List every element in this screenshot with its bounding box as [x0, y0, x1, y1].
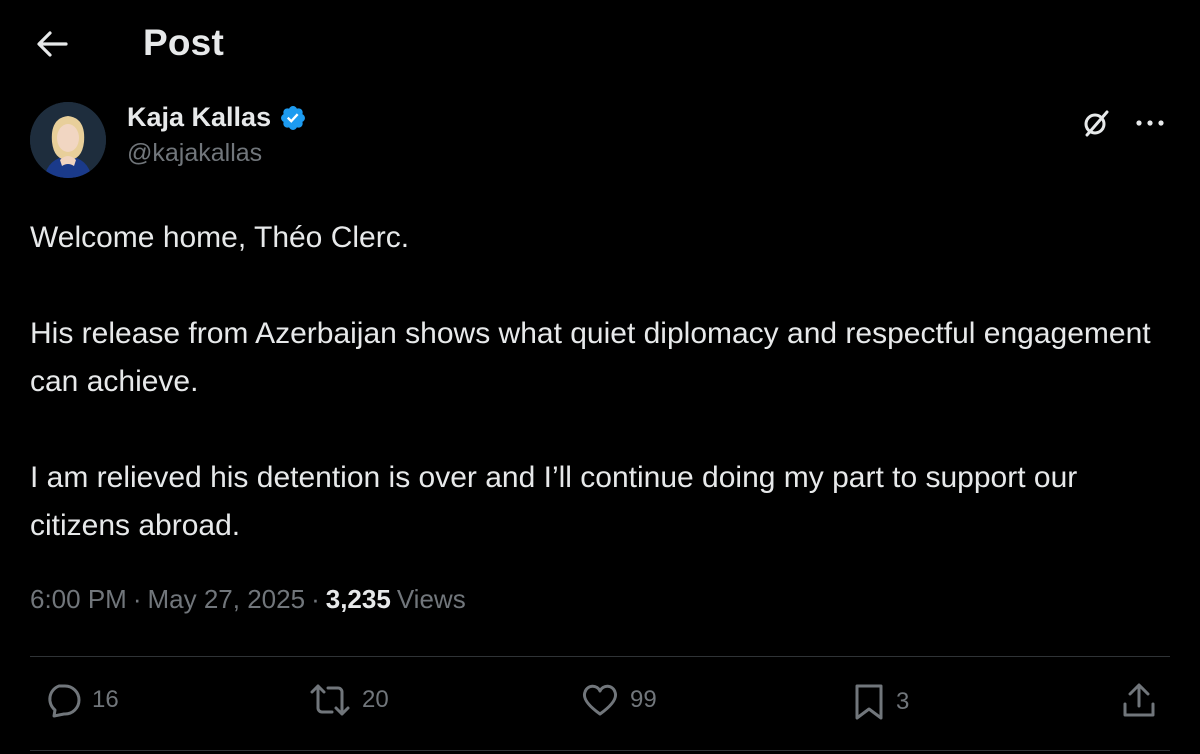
grok-button[interactable]: [1078, 105, 1114, 141]
share-button[interactable]: [1120, 682, 1158, 720]
post-date[interactable]: May 27, 2025: [148, 584, 306, 615]
divider: [30, 656, 1170, 657]
like-count: 99: [630, 686, 657, 713]
post-header: Post: [0, 0, 1200, 90]
arrow-left-icon: [37, 31, 68, 57]
post-paragraph: His release from Azerbaijan shows what q…: [30, 317, 1151, 398]
repost-count: 20: [362, 686, 389, 713]
share-icon: [1123, 683, 1155, 717]
post-text: Welcome home, Théo Clerc. His release fr…: [30, 214, 1170, 550]
grok-icon: [1084, 110, 1109, 137]
views-count: 3,235: [325, 584, 391, 614]
back-button[interactable]: [30, 26, 74, 62]
avatar-image: [30, 102, 106, 178]
meta-separator: ·: [132, 584, 142, 614]
heart-icon: [582, 684, 618, 716]
repost-icon: [310, 684, 350, 716]
verified-badge-icon: [281, 105, 306, 130]
like-button[interactable]: 99: [580, 682, 657, 718]
repost-button[interactable]: 20: [308, 682, 389, 718]
bookmark-button[interactable]: 3: [852, 682, 909, 722]
more-horizontal-icon: [1136, 120, 1164, 126]
divider: [30, 750, 1170, 751]
avatar[interactable]: [30, 102, 106, 178]
bookmark-count: 3: [896, 688, 910, 715]
author-name[interactable]: Kaja Kallas: [127, 102, 271, 133]
page-title: Post: [143, 22, 224, 63]
views-label: Views: [396, 584, 466, 614]
author-handle[interactable]: @kajakallas: [127, 139, 307, 168]
meta-separator: ·: [311, 584, 320, 614]
author-info: Kaja Kallas @kajakallas: [127, 102, 307, 168]
more-options-button[interactable]: [1130, 105, 1170, 141]
bookmark-icon: [855, 684, 883, 720]
post-paragraph: I am relieved his detention is over and …: [30, 461, 1078, 542]
reply-button[interactable]: 16: [42, 682, 119, 718]
reply-icon: [48, 684, 81, 718]
post-time[interactable]: 6:00 PM: [30, 584, 127, 615]
reply-count: 16: [92, 686, 119, 713]
post-meta: 6:00 PM · May 27, 2025 · 3,235 Views: [30, 584, 466, 615]
post-paragraph: Welcome home, Théo Clerc.: [30, 221, 410, 254]
